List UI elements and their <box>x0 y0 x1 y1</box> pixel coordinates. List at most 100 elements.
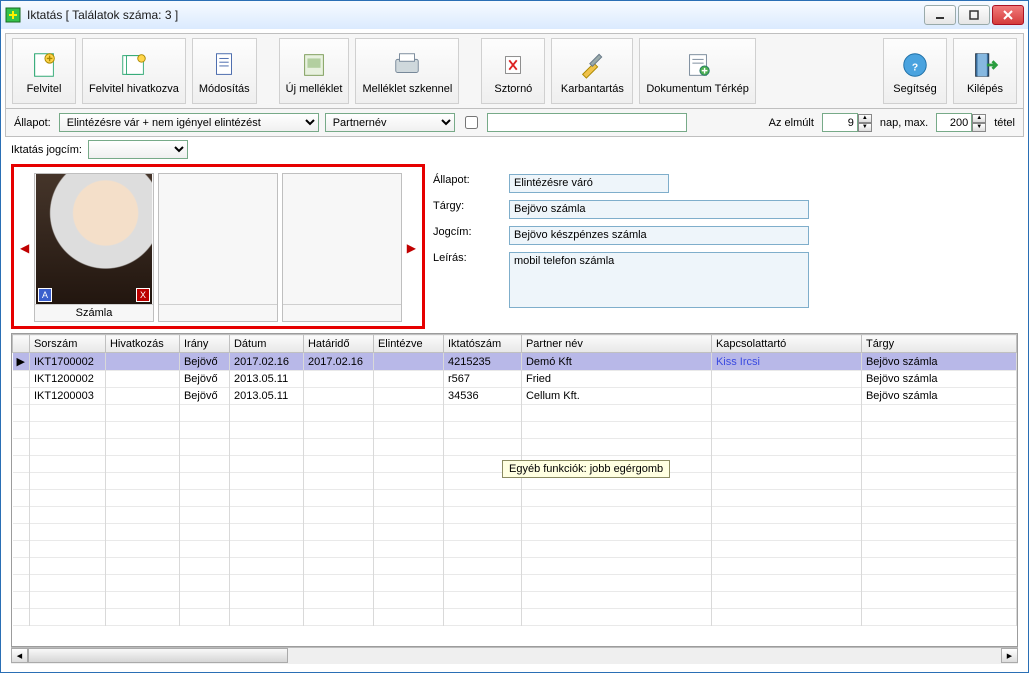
titlebar: Iktatás [ Találatok száma: 3 ] <box>1 1 1028 29</box>
days-down[interactable]: ▼ <box>858 123 872 132</box>
uj-melleklet-label: Új melléklet <box>286 83 343 95</box>
new-icon <box>29 49 59 81</box>
modositas-button[interactable]: Módosítás <box>192 38 257 104</box>
table-row[interactable] <box>13 558 1017 575</box>
max-spinner[interactable]: ▲▼ <box>936 113 986 132</box>
table-row[interactable]: IKT1200003Bejövő2013.05.1134536Cellum Kf… <box>13 388 1017 405</box>
window-buttons <box>924 5 1024 25</box>
edit-icon <box>209 49 239 81</box>
form-allapot-label: Állapot: <box>433 174 503 186</box>
nap-max-label: nap, max. <box>878 117 930 129</box>
attach-next-arrow[interactable]: ▶ <box>406 241 416 255</box>
felvitel-button[interactable]: Felvitel <box>12 38 76 104</box>
horizontal-scrollbar[interactable]: ◀ ▶ <box>11 647 1018 664</box>
col-hatarido[interactable]: Határidő <box>303 335 373 353</box>
sztorno-button[interactable]: Sztornó <box>481 38 545 104</box>
col-datum[interactable]: Dátum <box>229 335 303 353</box>
attachment-slot-1[interactable] <box>158 173 278 322</box>
window-title: Iktatás [ Találatok száma: 3 ] <box>27 8 924 22</box>
col-hivatkozas[interactable]: Hivatkozás <box>105 335 179 353</box>
karbantartas-button[interactable]: Karbantartás <box>551 38 633 104</box>
segitseg-label: Segítség <box>893 83 936 95</box>
max-up[interactable]: ▲ <box>972 114 986 123</box>
col-kapcsolattarto[interactable]: Kapcsolattartó <box>711 335 861 353</box>
grid-header-row: Sorszám Hivatkozás Irány Dátum Határidő … <box>13 335 1017 353</box>
az-elmult-label: Az elmúlt <box>767 117 816 129</box>
maximize-button[interactable] <box>958 5 990 25</box>
form-jogcim-label: Jogcím: <box>433 226 503 238</box>
col-irany[interactable]: Irány <box>179 335 229 353</box>
form-targy-value: Bejövo számla <box>509 200 809 219</box>
table-row[interactable] <box>13 439 1017 456</box>
table-row[interactable] <box>13 405 1017 422</box>
detail-form: Állapot: Elintézésre váró Tárgy: Bejövo … <box>433 164 809 308</box>
exit-icon <box>970 49 1000 81</box>
attachment-slot-0[interactable]: A X Számla <box>34 173 154 322</box>
dokumentum-terkep-button[interactable]: Dokumentum Térkép <box>639 38 756 104</box>
grid-table: Sorszám Hivatkozás Irány Dátum Határidő … <box>12 334 1017 626</box>
col-iktatoszam[interactable]: Iktatószám <box>443 335 521 353</box>
melleklet-szkennel-label: Melléklet szkennel <box>362 83 452 95</box>
max-down[interactable]: ▼ <box>972 123 986 132</box>
attachment-panel: ◀ A X Számla ▶ <box>11 164 425 329</box>
new-link-icon <box>119 49 149 81</box>
docmap-icon <box>683 49 713 81</box>
secondary-filter-select[interactable]: Partnernév <box>325 113 455 132</box>
data-grid[interactable]: Sorszám Hivatkozás Irány Dátum Határidő … <box>11 333 1018 647</box>
scroll-thumb[interactable] <box>28 648 288 663</box>
col-partnernev[interactable]: Partner név <box>521 335 711 353</box>
filter-text-input[interactable] <box>487 113 687 132</box>
felvitel-label: Felvitel <box>27 83 62 95</box>
modositas-label: Módosítás <box>199 83 250 95</box>
attachment-remove-icon[interactable]: X <box>136 288 150 302</box>
form-targy-label: Tárgy: <box>433 200 503 212</box>
table-row[interactable]: IKT1200002Bejövő2013.05.11r567FriedBejöv… <box>13 371 1017 388</box>
karbantartas-label: Karbantartás <box>561 83 624 95</box>
uj-melleklet-button[interactable]: Új melléklet <box>279 38 350 104</box>
tools-icon <box>577 49 607 81</box>
col-targy[interactable]: Tárgy <box>861 335 1016 353</box>
table-row[interactable] <box>13 575 1017 592</box>
close-button[interactable] <box>992 5 1024 25</box>
allapot-filter-select[interactable]: Elintézésre vár + nem igényel elintézést <box>59 113 319 132</box>
segitseg-button[interactable]: ? Segítség <box>883 38 947 104</box>
iktatas-jogcim-select[interactable] <box>88 140 188 159</box>
table-row[interactable] <box>13 524 1017 541</box>
grid-tooltip: Egyéb funkciók: jobb egérgomb <box>502 460 670 478</box>
attach-prev-arrow[interactable]: ◀ <box>20 241 30 255</box>
table-row[interactable] <box>13 490 1017 507</box>
days-spinner[interactable]: ▲▼ <box>822 113 872 132</box>
attachment-slot-2[interactable] <box>282 173 402 322</box>
scroll-left-button[interactable]: ◀ <box>11 648 28 663</box>
felvitel-hivatkozva-button[interactable]: Felvitel hivatkozva <box>82 38 186 104</box>
melleklet-szkennel-button[interactable]: Melléklet szkennel <box>355 38 459 104</box>
form-leiras-value: mobil telefon számla <box>509 252 809 308</box>
filter-bar: Állapot: Elintézésre vár + nem igényel e… <box>5 109 1024 137</box>
sztorno-label: Sztornó <box>494 83 532 95</box>
delete-icon <box>498 49 528 81</box>
table-row[interactable] <box>13 422 1017 439</box>
kilepes-label: Kilépés <box>967 83 1003 95</box>
dokumentum-terkep-label: Dokumentum Térkép <box>646 83 749 95</box>
felvitel-hivatkozva-label: Felvitel hivatkozva <box>89 83 179 95</box>
table-row[interactable] <box>13 592 1017 609</box>
scroll-right-button[interactable]: ▶ <box>1001 648 1018 663</box>
mid-panel: ◀ A X Számla ▶ Állapot <box>5 164 1024 333</box>
scan-icon <box>392 49 422 81</box>
form-allapot-value: Elintézésre váró <box>509 174 669 193</box>
table-row[interactable] <box>13 609 1017 626</box>
days-input[interactable] <box>822 113 858 132</box>
attachment-icon <box>299 49 329 81</box>
minimize-button[interactable] <box>924 5 956 25</box>
filter-checkbox[interactable] <box>465 116 478 129</box>
kilepes-button[interactable]: Kilépés <box>953 38 1017 104</box>
table-row[interactable] <box>13 507 1017 524</box>
col-sorszam[interactable]: Sorszám <box>29 335 105 353</box>
table-row[interactable] <box>13 541 1017 558</box>
table-row[interactable]: ▶IKT1700002Bejövő2017.02.162017.02.16421… <box>13 353 1017 371</box>
attachment-caption-0: Számla <box>35 304 153 321</box>
attachment-badge-icon: A <box>38 288 52 302</box>
col-elintezve[interactable]: Elintézve <box>373 335 443 353</box>
max-input[interactable] <box>936 113 972 132</box>
days-up[interactable]: ▲ <box>858 114 872 123</box>
